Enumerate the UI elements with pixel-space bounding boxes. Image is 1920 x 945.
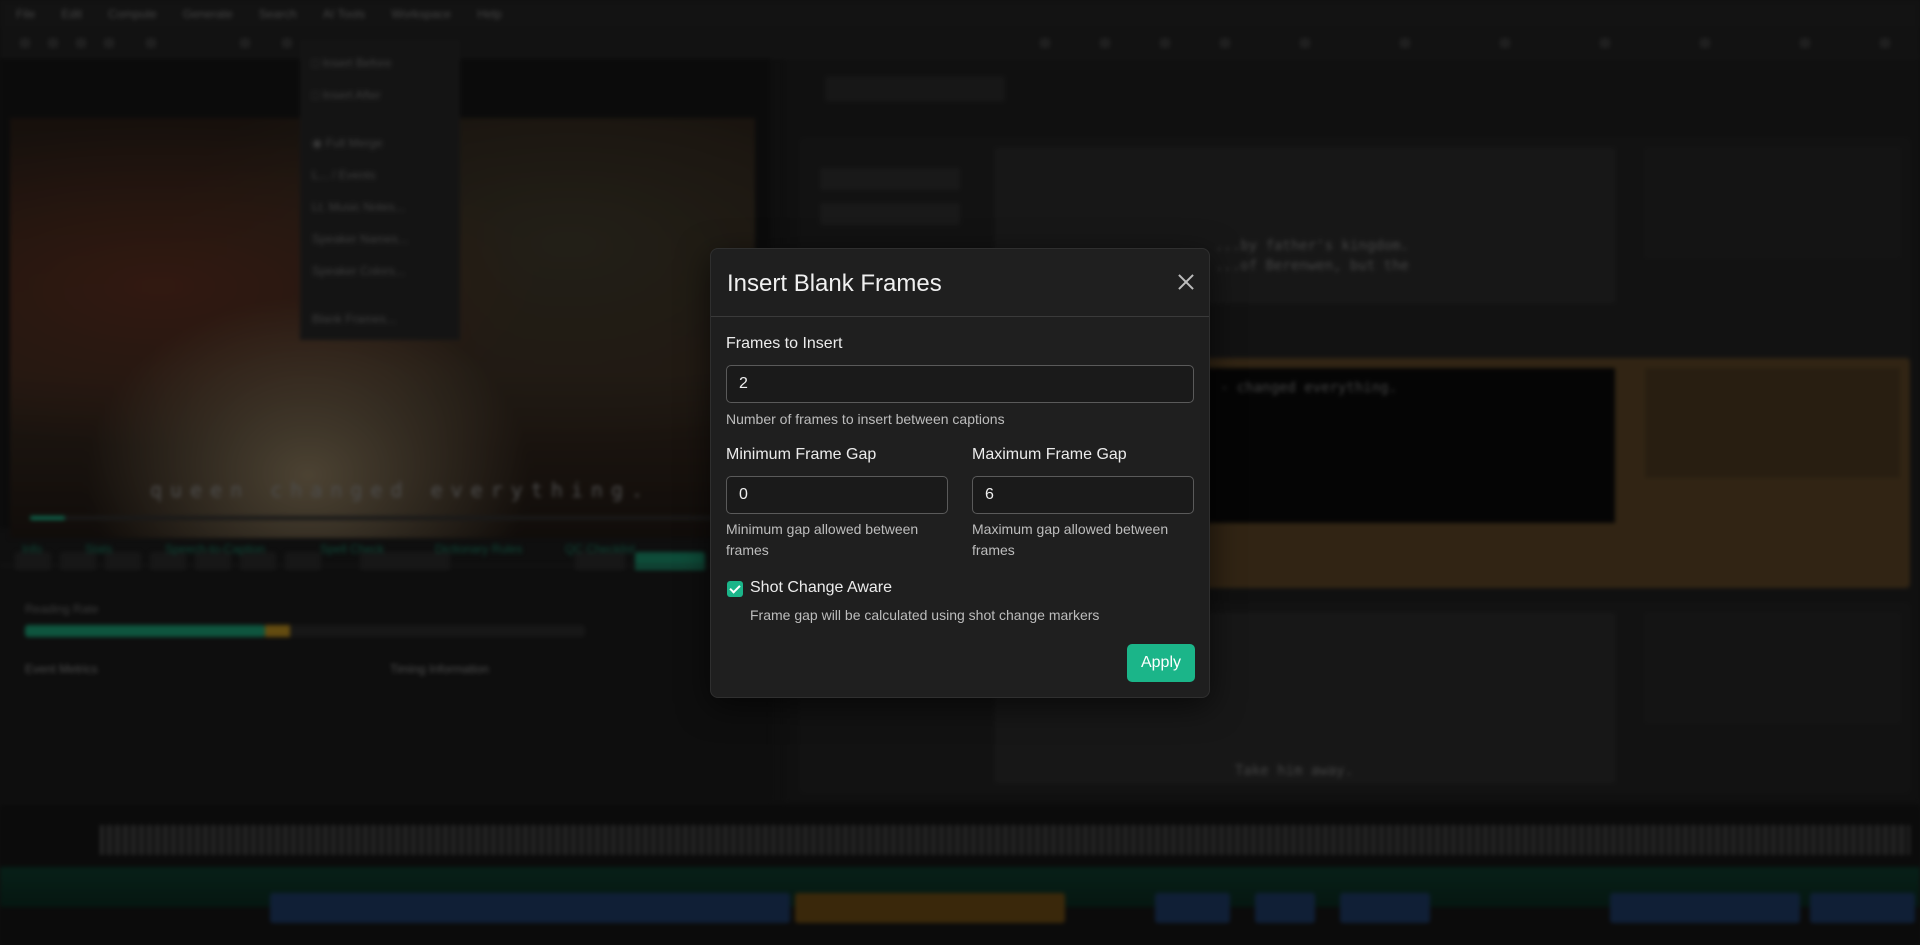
frames-to-insert-input[interactable] [726, 365, 1194, 403]
dialog-title: Insert Blank Frames [727, 270, 942, 297]
min-frame-gap-input[interactable] [726, 476, 948, 514]
close-icon[interactable] [1173, 269, 1199, 295]
min-frame-gap-help-1: Minimum gap allowed between [726, 521, 919, 537]
min-frame-gap-label: Minimum Frame Gap [726, 446, 877, 463]
apply-button[interactable]: Apply [1127, 644, 1195, 682]
min-frame-gap-help-2: frames [726, 542, 769, 558]
insert-blank-frames-dialog: Insert Blank Frames Frames to Insert Num… [710, 248, 1210, 698]
app-window: File Edit Compute Generate Search AI Too… [0, 0, 1920, 945]
dialog-header: Insert Blank Frames [711, 249, 1209, 317]
max-frame-gap-label: Maximum Frame Gap [972, 446, 1127, 463]
max-frame-gap-help-2: frames [972, 542, 1015, 558]
frames-to-insert-help: Number of frames to insert between capti… [726, 411, 1005, 427]
max-frame-gap-help-1: Maximum gap allowed between [972, 521, 1169, 537]
shot-change-aware-help: Frame gap will be calculated using shot … [750, 607, 1100, 623]
max-frame-gap-input[interactable] [972, 476, 1194, 514]
shot-change-aware-checkbox[interactable] [727, 581, 743, 597]
frames-to-insert-label: Frames to Insert [726, 335, 843, 352]
shot-change-aware-label[interactable]: Shot Change Aware [750, 579, 892, 597]
